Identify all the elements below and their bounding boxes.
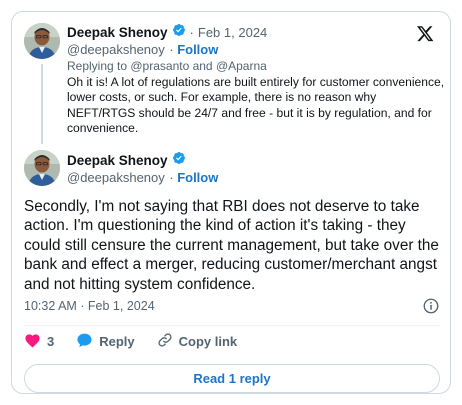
verified-badge-icon: [172, 151, 186, 170]
tweet-timestamp[interactable]: 10:32 AM · Feb 1, 2024: [24, 299, 155, 313]
speech-bubble-icon: [76, 332, 93, 351]
like-button[interactable]: 3: [24, 332, 54, 351]
action-bar: 3 Reply Copy link: [24, 332, 259, 350]
parent-tweet-date[interactable]: Feb 1, 2024: [198, 25, 267, 40]
author-handle-row: @deepakshenoy · Follow: [67, 169, 218, 187]
author-name[interactable]: Deepak Shenoy: [67, 153, 168, 168]
heart-icon: [24, 332, 41, 351]
read-replies-button[interactable]: Read 1 reply: [24, 364, 440, 393]
parent-author-name[interactable]: Deepak Shenoy: [67, 25, 168, 40]
x-logo-icon[interactable]: [417, 26, 434, 47]
info-icon[interactable]: [422, 297, 440, 320]
parent-author-row: Deepak Shenoy · Feb 1, 2024: [67, 23, 267, 42]
tweet-embed-card: Deepak Shenoy · Feb 1, 2024 @deepaksheno…: [11, 11, 451, 394]
parent-handle-row: @deepakshenoy · Follow: [67, 41, 218, 59]
parent-tweet-text: Oh it is! A lot of regulations are built…: [67, 75, 445, 135]
copy-link-label: Copy link: [178, 333, 238, 349]
reply-button[interactable]: Reply: [76, 332, 135, 351]
replying-to-text: Replying to @prasanto and @Aparna: [67, 59, 267, 73]
reply-label: Reply: [99, 333, 135, 349]
verified-badge-icon: [172, 23, 186, 42]
like-count: 3: [47, 333, 55, 349]
divider: [24, 325, 440, 326]
thread-connector-line: [41, 64, 43, 144]
author-handle[interactable]: @deepakshenoy: [67, 170, 165, 185]
parent-author-handle[interactable]: @deepakshenoy: [67, 42, 165, 57]
separator-dot: ·: [189, 25, 194, 40]
link-icon: [157, 332, 173, 351]
separator-dot: ·: [169, 42, 178, 57]
copy-link-button[interactable]: Copy link: [157, 332, 238, 351]
parent-author-avatar[interactable]: [24, 23, 60, 59]
tweet-text: Secondly, I'm not saying that RBI does n…: [24, 198, 439, 293]
author-avatar[interactable]: [24, 150, 60, 186]
separator-dot: ·: [169, 170, 178, 185]
parent-follow-link[interactable]: Follow: [177, 42, 218, 57]
follow-link[interactable]: Follow: [177, 170, 218, 185]
author-row: Deepak Shenoy: [67, 151, 186, 170]
